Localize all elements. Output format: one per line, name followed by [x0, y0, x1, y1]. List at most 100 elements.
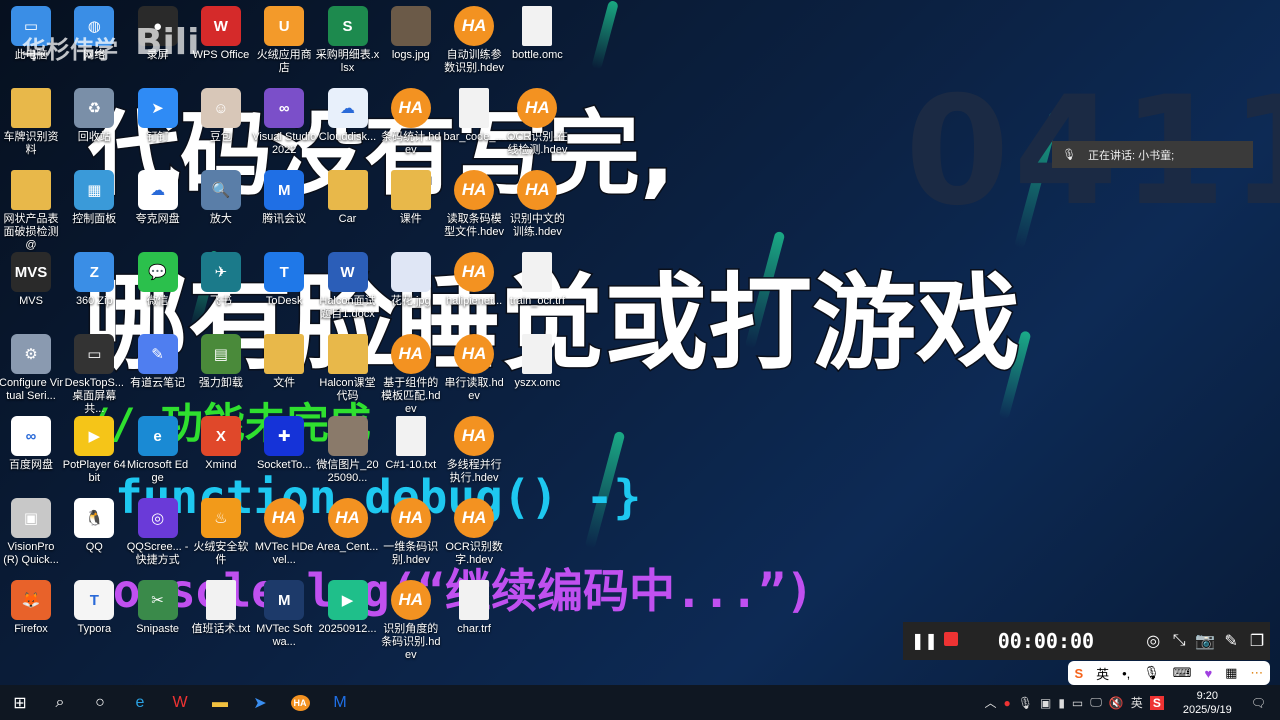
desktop-icon[interactable]: MVS MVS — [0, 252, 63, 308]
desktop-icon[interactable]: ▭ DeskTopS... 桌面屏幕共... — [62, 334, 126, 416]
desktop-icon[interactable]: HA halipienet... — [442, 252, 506, 308]
sogou-icon[interactable]: S — [1149, 695, 1164, 710]
pause-button[interactable]: ❚❚ — [911, 631, 938, 651]
desktop-icon[interactable]: Halcon课堂代码 — [316, 334, 380, 403]
desktop-icon[interactable]: HA OCR识别数字.hdev — [442, 498, 506, 567]
desktop-icon[interactable]: ▶ 20250912... — [316, 580, 380, 636]
desktop-icon[interactable]: 网状产品表面破损检测@ — [0, 170, 63, 252]
desktop-icon[interactable]: HA 一维条码识别.hdev — [379, 498, 443, 567]
desktop-icon[interactable]: ➤ 钉钉 — [126, 88, 190, 144]
desktop-icon[interactable]: 文件 — [252, 334, 316, 390]
grid-icon[interactable]: ▦ — [1225, 665, 1237, 681]
skin-icon[interactable]: ♥ — [1204, 666, 1212, 681]
desktop-icon[interactable]: ♨ 火绒安全软件 — [189, 498, 253, 567]
desktop-icon[interactable]: Z 360 Zip — [62, 252, 126, 308]
desktop-icon[interactable]: ⚙ Configure Virtual Seri... — [0, 334, 63, 403]
stop-button[interactable] — [938, 631, 964, 651]
focus-icon[interactable]: ◎ — [1140, 631, 1166, 651]
desktop-icon[interactable]: ∞ Visual Studio 2022 — [252, 88, 316, 157]
desktop-icon[interactable]: HA Area_Cent... — [316, 498, 380, 554]
desktop-icon[interactable]: ☁ 夸克网盘 — [126, 170, 190, 226]
start-button[interactable]: ⊞ — [0, 685, 40, 720]
desktop-icon[interactable]: ☁ Clouddisk... — [316, 88, 380, 144]
desktop-icon[interactable]: ∞ 百度网盘 — [0, 416, 63, 472]
desktop-icon[interactable]: M MVTec Softwa... — [252, 580, 316, 649]
desktop-icon[interactable]: HA 读取条码模型文件.hdev — [442, 170, 506, 239]
desktop-icon[interactable]: 🐧 QQ — [62, 498, 126, 554]
shrink-icon[interactable]: ⤡ — [1166, 632, 1192, 650]
keyboard-icon[interactable]: ⌨ — [1173, 665, 1192, 681]
record-icon[interactable]: ● — [1003, 696, 1010, 710]
desktop-icon[interactable]: bar_code_... — [442, 88, 506, 144]
desktop-icon[interactable]: 花花.jpg — [379, 252, 443, 308]
ime-lang[interactable]: 英 — [1096, 664, 1109, 683]
battery-icon[interactable]: ▭ — [1072, 696, 1083, 710]
notification-icon[interactable]: 🗨 — [1251, 696, 1266, 710]
desktop-icon[interactable]: char.trf — [442, 580, 506, 636]
desktop-icon[interactable]: ▤ 强力卸载 — [189, 334, 253, 390]
punctuation-icon[interactable]: •, — [1122, 666, 1130, 681]
desktop-icon[interactable]: 🔍 放大 — [189, 170, 253, 226]
hdevelop-icon[interactable]: HA — [280, 685, 320, 720]
file-explorer-icon[interactable]: ▬ — [200, 685, 240, 720]
wps-icon[interactable]: W — [160, 685, 200, 720]
desktop-icon[interactable]: T ToDesk — [252, 252, 316, 308]
display-icon[interactable]: ▣ — [1040, 696, 1051, 710]
desktop-icon[interactable]: W Halcon面试题目1.docx — [316, 252, 380, 321]
desktop-icon[interactable]: ◎ QQScree... - 快捷方式 — [126, 498, 190, 567]
network-icon[interactable]: 🖵 — [1090, 695, 1102, 710]
desktop-icon[interactable]: ✎ 有道云笔记 — [126, 334, 190, 390]
desktop-icon[interactable]: HA 条码统计.hdev — [379, 88, 443, 157]
window-icon[interactable]: ❐ — [1244, 631, 1270, 651]
dingtalk-icon[interactable]: ➤ — [240, 685, 280, 720]
desktop-icon[interactable]: X Xmind — [189, 416, 253, 472]
desktop-icon[interactable]: HA 自动训练参数识别.hdev — [442, 6, 506, 75]
bookmark-icon[interactable]: ▮ — [1058, 696, 1065, 710]
microphone-icon[interactable]: 🎙 — [1143, 665, 1160, 681]
desktop-icon[interactable]: HA OCR识别-在线检测.hdev — [505, 88, 569, 157]
desktop-icon[interactable]: 车牌识别资料 — [0, 88, 63, 157]
more-icon[interactable]: ⋯ — [1250, 665, 1263, 681]
search-icon[interactable]: ⌕ — [40, 685, 80, 720]
desktop-icon[interactable]: train_ocr.trf — [505, 252, 569, 308]
cortana-icon[interactable]: ○ — [80, 685, 120, 720]
desktop-icon[interactable]: 💬 微信 — [126, 252, 190, 308]
desktop-icon[interactable]: ✚ SocketTo... — [252, 416, 316, 472]
desktop-icon[interactable]: HA 基于组件的模板匹配.hdev — [379, 334, 443, 416]
desktop-icon[interactable]: M 腾讯会议 — [252, 170, 316, 226]
microphone-icon[interactable]: 🎙 — [1018, 696, 1033, 710]
desktop-icon[interactable]: 微信图片_2025090... — [316, 416, 380, 485]
desktop-icon[interactable]: bottle.omc — [505, 6, 569, 62]
desktop-icon[interactable]: logs.jpg — [379, 6, 443, 62]
tray-lang[interactable]: 英 — [1131, 694, 1143, 711]
pen-icon[interactable]: ✎ — [1218, 631, 1244, 651]
desktop-icon[interactable]: e Microsoft Edge — [126, 416, 190, 485]
desktop-icon[interactable]: ✂ Snipaste — [126, 580, 190, 636]
desktop-icon[interactable]: S 采购明细表.xlsx — [316, 6, 380, 75]
desktop-icon[interactable]: HA 识别角度的条码识别.hdev — [379, 580, 443, 662]
tencent-meeting-icon[interactable]: M — [320, 685, 360, 720]
desktop-icon[interactable]: ✈ 飞书 — [189, 252, 253, 308]
desktop-icon[interactable]: T Typora — [62, 580, 126, 636]
desktop-icon[interactable]: U 火绒应用商店 — [252, 6, 316, 75]
desktop-icon[interactable]: ☺ 豆包 — [189, 88, 253, 144]
clock[interactable]: 9:20 2025/9/19 — [1183, 689, 1232, 717]
desktop-icon[interactable]: Car — [316, 170, 380, 226]
desktop-icon[interactable]: HA 多线程并行执行.hdev — [442, 416, 506, 485]
desktop-icon[interactable]: HA 串行读取.hdev — [442, 334, 506, 403]
desktop-icon[interactable]: 课件 — [379, 170, 443, 226]
edge-icon[interactable]: e — [120, 685, 160, 720]
chevron-up-icon[interactable]: ︿ — [984, 694, 996, 711]
sogou-icon[interactable]: S — [1074, 666, 1083, 681]
desktop-icon[interactable]: ▣ VisionPro (R) Quick... — [0, 498, 63, 567]
desktop-icon[interactable]: ♻ 回收站 — [62, 88, 126, 144]
volume-muted-icon[interactable]: 🔇 — [1109, 696, 1124, 710]
desktop-icon[interactable]: ▦ 控制面板 — [62, 170, 126, 226]
desktop-icon[interactable]: C#1-10.txt — [379, 416, 443, 472]
desktop-icon[interactable]: HA MVTec HDevel... — [252, 498, 316, 567]
desktop-icon[interactable]: 值班话术.txt — [189, 580, 253, 636]
desktop-icon[interactable]: 🦊 Firefox — [0, 580, 63, 636]
desktop-icon[interactable]: yszx.omc — [505, 334, 569, 390]
desktop-icon[interactable]: ▶ PotPlayer 64 bit — [62, 416, 126, 485]
desktop-icon[interactable]: HA 识别中文的训练.hdev — [505, 170, 569, 239]
